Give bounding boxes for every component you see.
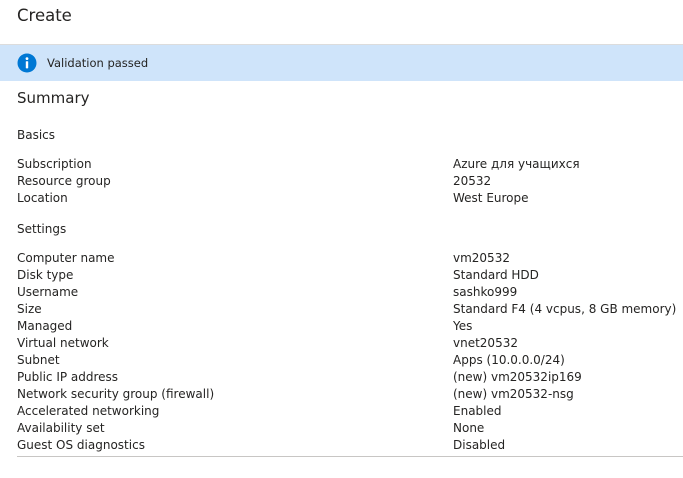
- row-value: Apps (10.0.0.0/24): [453, 353, 565, 367]
- page-title: Create: [17, 6, 72, 25]
- row-value: Azure для учащихся: [453, 157, 580, 171]
- row-value: (new) vm20532ip169: [453, 370, 582, 384]
- row-label: Size: [17, 302, 42, 316]
- summary-row-size: Size Standard F4 (4 vcpus, 8 GB memory): [17, 301, 683, 318]
- row-label: Disk type: [17, 268, 74, 282]
- row-label: Resource group: [17, 174, 111, 188]
- row-value: 20532: [453, 174, 492, 188]
- settings-heading: Settings: [17, 222, 67, 236]
- row-value: Enabled: [453, 404, 502, 418]
- summary-row-availability-set: Availability set None: [17, 420, 683, 437]
- row-label: Managed: [17, 319, 73, 333]
- validation-banner: Validation passed: [0, 45, 683, 81]
- row-label: Availability set: [17, 421, 105, 435]
- row-value: (new) vm20532-nsg: [453, 387, 574, 401]
- row-label: Public IP address: [17, 370, 119, 384]
- summary-row-resource-group: Resource group 20532: [17, 173, 683, 190]
- row-value: None: [453, 421, 485, 435]
- row-label: Computer name: [17, 251, 115, 265]
- summary-row-managed: Managed Yes: [17, 318, 683, 335]
- row-value: Standard F4 (4 vcpus, 8 GB memory): [453, 302, 677, 316]
- summary-row-guest-os-diagnostics: Guest OS diagnostics Disabled: [17, 437, 683, 454]
- row-value: vnet20532: [453, 336, 518, 350]
- summary-row-username: Username sashko999: [17, 284, 683, 301]
- summary-row-subscription: Subscription Azure для учащихся: [17, 156, 683, 173]
- row-value: West Europe: [453, 191, 529, 205]
- row-value: Standard HDD: [453, 268, 539, 282]
- summary-row-subnet: Subnet Apps (10.0.0.0/24): [17, 352, 683, 369]
- row-value: sashko999: [453, 285, 518, 299]
- row-label: Network security group (firewall): [17, 387, 215, 401]
- row-label: Subnet: [17, 353, 60, 367]
- summary-row-location: Location West Europe: [17, 190, 683, 207]
- row-value: Yes: [453, 319, 473, 333]
- summary-bottom-divider: [17, 456, 683, 457]
- row-label: Virtual network: [17, 336, 109, 350]
- summary-row-computer-name: Computer name vm20532: [17, 250, 683, 267]
- summary-row-accelerated-networking: Accelerated networking Enabled: [17, 403, 683, 420]
- row-label: Accelerated networking: [17, 404, 160, 418]
- info-icon: [17, 53, 37, 73]
- summary-row-nsg: Network security group (firewall) (new) …: [17, 386, 683, 403]
- summary-heading: Summary: [17, 89, 90, 107]
- validation-message: Validation passed: [47, 56, 149, 70]
- row-label: Location: [17, 191, 68, 205]
- row-label: Guest OS diagnostics: [17, 438, 145, 452]
- row-label: Subscription: [17, 157, 92, 171]
- summary-row-public-ip: Public IP address (new) vm20532ip169: [17, 369, 683, 386]
- row-value: vm20532: [453, 251, 510, 265]
- basics-heading: Basics: [17, 128, 56, 142]
- row-value: Disabled: [453, 438, 506, 452]
- row-label: Username: [17, 285, 79, 299]
- summary-row-disk-type: Disk type Standard HDD: [17, 267, 683, 284]
- summary-row-virtual-network: Virtual network vnet20532: [17, 335, 683, 352]
